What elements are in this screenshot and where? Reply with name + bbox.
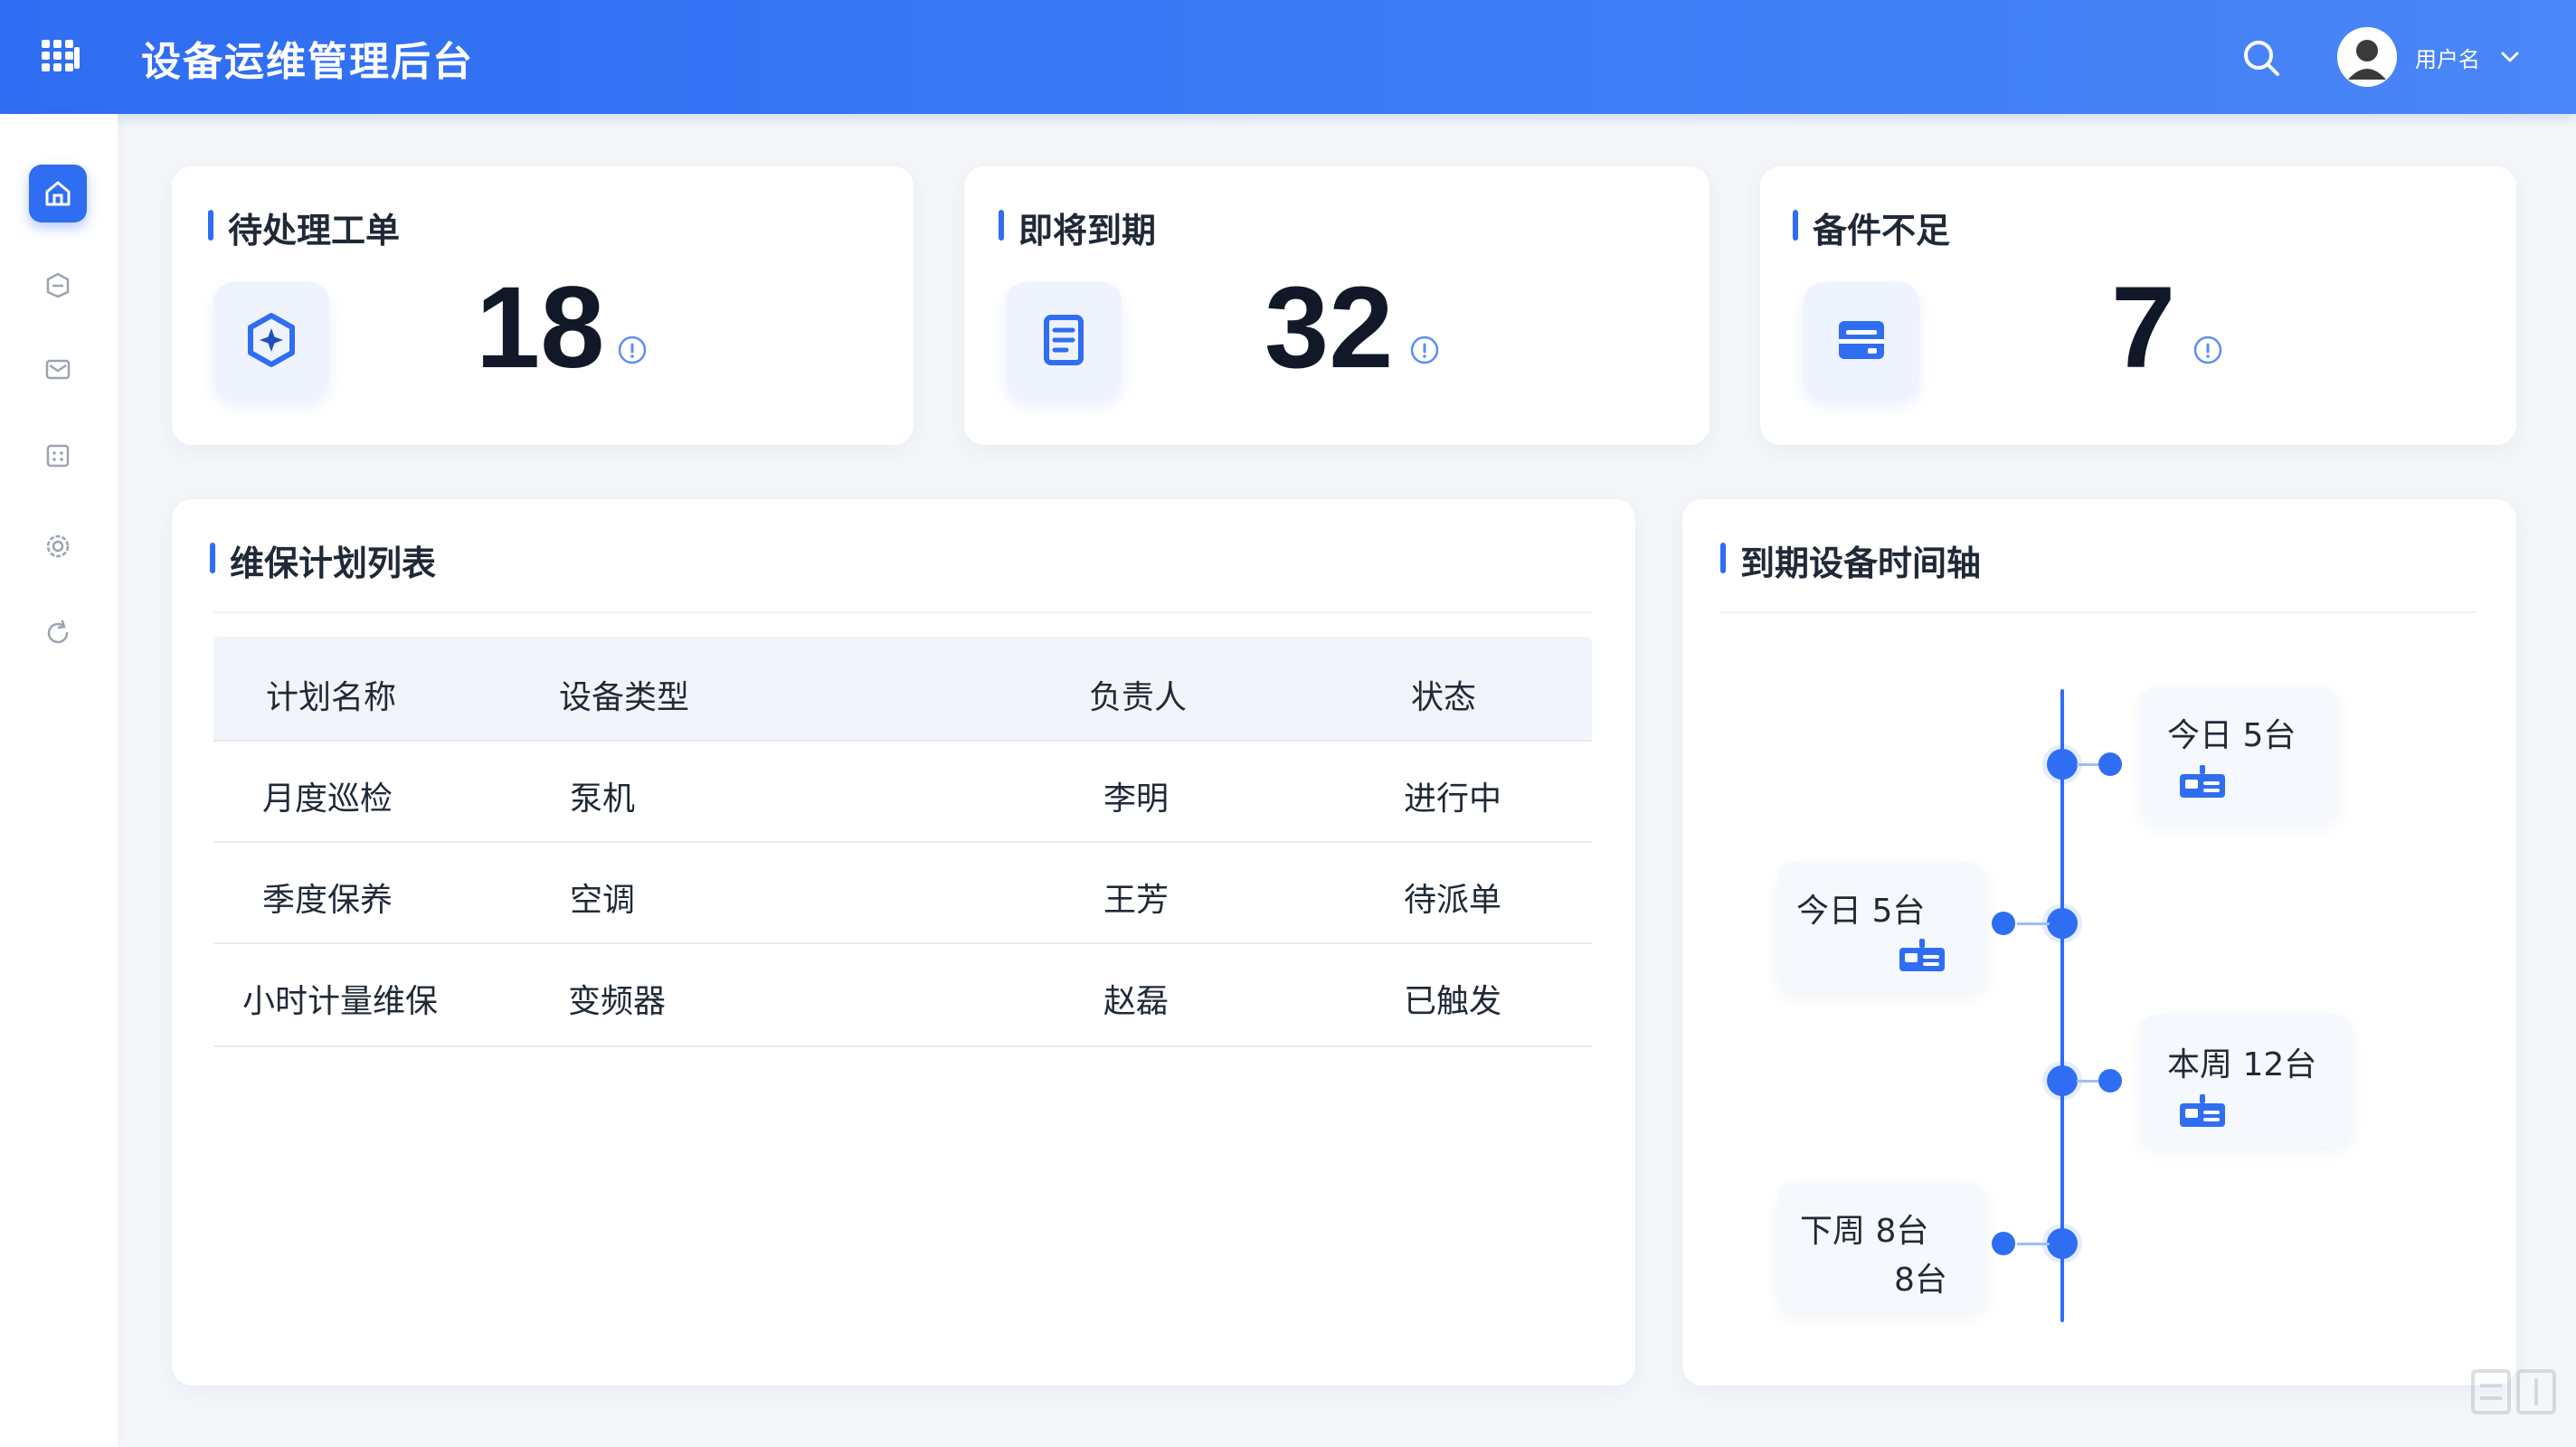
timeline-entry[interactable]: 今日 5台 [1778,863,1986,993]
cell-device-type: 变频器 [568,983,667,1020]
column-header-status[interactable]: 状态 [1411,671,1476,718]
timeline-connector [2017,922,2050,925]
device-icon [1899,939,1945,971]
device-icon [2180,765,2225,798]
timeline-title: 到期设备时间轴 [1720,535,1981,585]
timeline-entry-label: 今日 5台 [1796,893,1926,930]
column-header-plan-name[interactable]: 计划名称 [266,671,396,718]
expiry-timeline-card: 到期设备时间轴 今日 5台 今日 5台 本周 12台 下周 8台 8台 [1682,499,2516,1386]
stat-card-low-parts[interactable]: 备件不足 7 [1760,166,2516,445]
info-icon[interactable] [617,335,648,365]
cell-status: 待派单 [1404,882,1502,919]
home-icon [45,181,71,206]
timeline-entry-label: 本周 12台 [2167,1046,2317,1083]
info-icon[interactable] [2192,335,2223,365]
cell-plan-name: 月度巡检 [262,780,393,818]
mail-icon [45,359,71,380]
app-title: 设备运维管理后台 [141,39,474,85]
sidebar-item-mail[interactable] [29,340,87,398]
column-header-owner[interactable]: 负责人 [1089,671,1187,718]
sidebar-item-scan[interactable] [29,427,87,485]
cell-status: 已触发 [1404,983,1502,1020]
stat-value: 7 [2111,263,2176,392]
timeline-node[interactable] [2047,749,2078,780]
user-name[interactable]: 用户名 [2415,42,2480,73]
timeline-axis [2060,689,2064,1322]
title-divider [213,611,1592,613]
chevron-down-icon[interactable] [2498,45,2522,69]
timeline-node[interactable] [2047,1065,2078,1096]
plan-list-title: 维保计划列表 [210,535,436,585]
top-bar: 设备运维管理后台 用户名 [0,0,2576,114]
box-icon [46,272,70,298]
stat-card-expiring[interactable]: 即将到期 32 [964,166,1709,445]
timeline-entry-extra: 8台 [1894,1262,1947,1299]
stat-value: 32 [1264,263,1394,392]
table-row[interactable]: 小时计量维保 变频器 赵磊 已触发 [213,944,1592,1045]
stat-title: 即将到期 [999,203,1156,252]
stat-card-pending-orders[interactable]: 待处理工单 18 [172,166,914,445]
search-icon[interactable] [2240,36,2283,80]
table-row[interactable]: 季度保养 空调 王芳 待派单 [213,843,1592,944]
maintenance-plan-card: 维保计划列表 计划名称 设备类型 负责人 状态 月度巡检 泵机 李明 进行中 季… [172,499,1635,1386]
timeline-marker [1992,912,2015,935]
watermark-logo-icon [2471,1369,2556,1414]
table-header: 计划名称 设备类型 负责人 状态 [213,637,1592,742]
settings-icon [46,534,70,558]
timeline-marker [2098,1069,2122,1092]
refresh-icon [47,619,69,644]
sidebar-item-home[interactable] [29,165,87,222]
info-icon[interactable] [1409,335,1440,365]
cell-plan-name: 季度保养 [262,882,393,919]
cell-owner: 王芳 [1103,882,1170,919]
stat-icon-container [213,282,329,398]
stat-title: 备件不足 [1793,203,1950,252]
device-icon [2180,1094,2225,1127]
timeline-node[interactable] [2047,908,2078,939]
cell-device-type: 空调 [570,882,636,919]
cell-plan-name: 小时计量维保 [242,983,439,1020]
column-header-device-type[interactable]: 设备类型 [559,671,689,718]
stat-icon-container [1804,282,1919,398]
cell-device-type: 泵机 [570,780,636,818]
timeline-node[interactable] [2047,1228,2078,1259]
stat-title: 待处理工单 [208,203,400,252]
stat-icon-container [1006,282,1122,398]
timeline-marker [1992,1232,2015,1255]
sidebar [0,114,118,1447]
timeline-entry-label: 今日 5台 [2167,717,2297,754]
timeline-entry-label: 下周 8台 [1800,1213,1929,1250]
title-divider [1720,611,2477,613]
cell-status: 进行中 [1404,780,1502,818]
timeline-connector [2017,1243,2050,1245]
timeline-marker [2098,752,2122,776]
stat-value: 18 [476,263,605,392]
sidebar-item-box[interactable] [29,255,87,313]
hexagon-star-icon [248,313,295,367]
cell-owner: 李明 [1103,780,1170,818]
timeline-entry[interactable]: 下周 8台 8台 [1778,1183,1986,1313]
cell-owner: 赵磊 [1103,983,1170,1020]
row-divider [213,1045,1592,1047]
timeline-entry[interactable]: 今日 5台 [2140,687,2339,821]
sidebar-item-refresh[interactable] [29,604,87,662]
sidebar-item-settings[interactable] [29,517,87,575]
card-icon [1839,321,1884,359]
user-avatar[interactable] [2337,27,2397,87]
user-avatar-icon [2337,27,2397,87]
document-icon [1044,315,1084,365]
scan-icon [46,444,70,468]
timeline-entry[interactable]: 本周 12台 [2140,1015,2352,1147]
table-row[interactable]: 月度巡检 泵机 李明 进行中 [213,742,1592,843]
app-grid-logo-icon[interactable] [38,36,83,81]
